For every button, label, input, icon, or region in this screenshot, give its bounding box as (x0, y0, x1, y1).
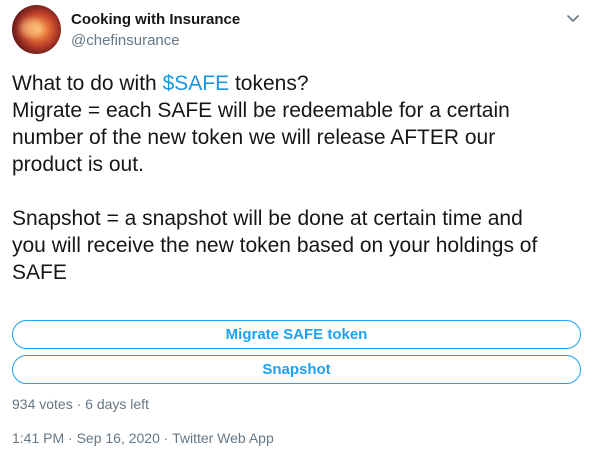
tweet-line: What to do with $SAFE tokens? (12, 70, 582, 97)
chevron-down-icon[interactable] (566, 12, 580, 26)
tweet-text-span: tokens? (229, 72, 309, 95)
cashtag-link[interactable]: $SAFE (163, 72, 230, 95)
tweet-line: number of the new token we will release … (12, 126, 496, 149)
poll-meta: 934 votes · 6 days left (12, 396, 149, 412)
tweet-line: SAFE (12, 261, 67, 284)
tweet-text-span: What to do with (12, 72, 163, 95)
tweet-line: Snapshot = a snapshot will be done at ce… (12, 207, 523, 230)
tweet-line: product is out. (12, 153, 144, 176)
author-display-name[interactable]: Cooking with Insurance (71, 11, 240, 28)
tweet-timestamp[interactable]: 1:41 PM · Sep 16, 2020 · Twitter Web App (12, 430, 274, 446)
avatar[interactable] (12, 5, 61, 54)
author-handle[interactable]: @chefinsurance (71, 32, 180, 49)
tweet-text: What to do with $SAFE tokens? Migrate = … (12, 70, 582, 286)
poll-option-migrate-button[interactable]: Migrate SAFE token (12, 320, 581, 349)
tweet-card: Cooking with Insurance @chefinsurance Wh… (0, 0, 594, 451)
paragraph-break (12, 178, 582, 205)
tweet-line: you will receive the new token based on … (12, 234, 538, 257)
tweet-line: Migrate = each SAFE will be redeemable f… (12, 99, 510, 122)
poll-option-snapshot-button[interactable]: Snapshot (12, 355, 581, 384)
